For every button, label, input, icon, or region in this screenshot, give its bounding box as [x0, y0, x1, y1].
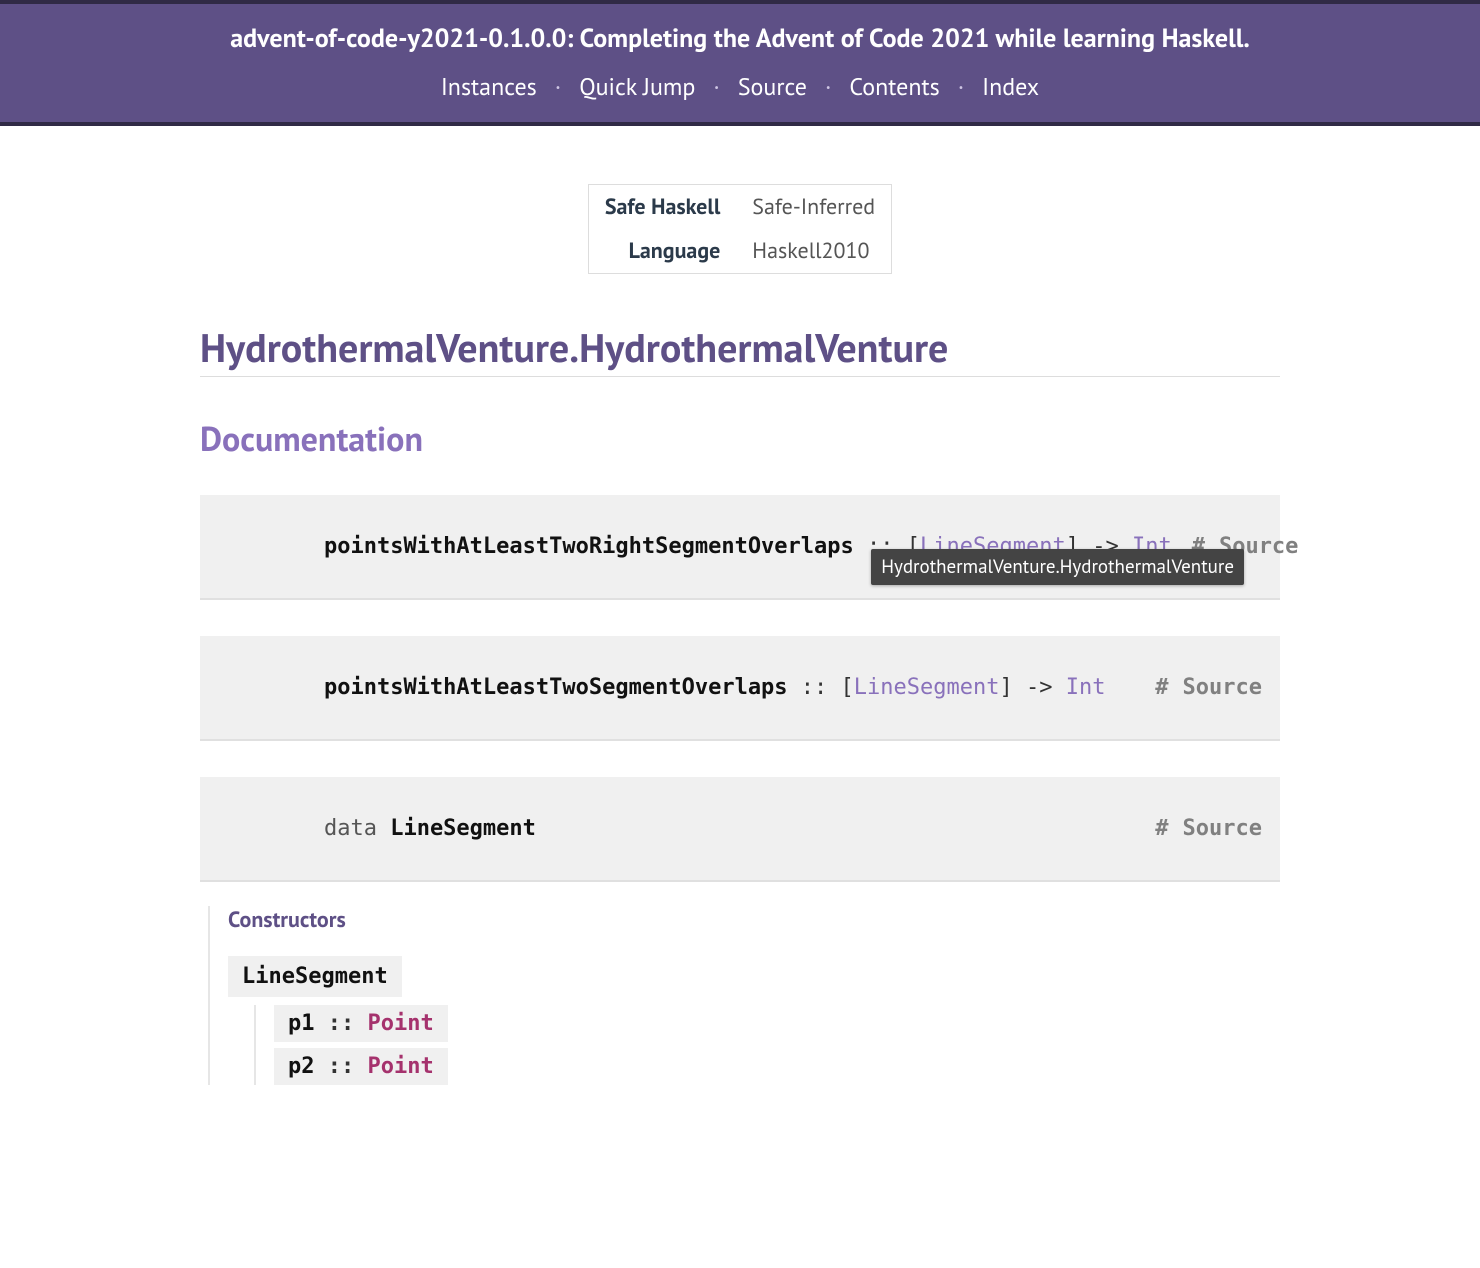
- header-links: Instances Quick Jump Source Contents Ind…: [0, 71, 1480, 102]
- data-decl: data LineSegment # Source: [200, 777, 1280, 882]
- field-type-point-2[interactable]: Point: [367, 1054, 433, 1079]
- section-documentation: Documentation: [200, 417, 1280, 461]
- selflink-hash-2[interactable]: #: [1155, 675, 1168, 700]
- link-quickjump[interactable]: Quick Jump: [579, 71, 695, 102]
- fields-list: p1 :: Point p2 :: Point: [254, 1005, 1280, 1085]
- fn-name-1[interactable]: pointsWithAtLeastTwoRightSegmentOverlaps: [324, 534, 854, 559]
- info-safe-haskell-label: Safe Haskell: [589, 185, 736, 229]
- right-links-3: # Source: [1155, 816, 1262, 841]
- info-table: Safe Haskell Safe-Inferred Language Hask…: [588, 184, 892, 274]
- info-safe-haskell-value: Safe-Inferred: [736, 185, 891, 229]
- sig2-arrow: ] ->: [1000, 675, 1066, 700]
- signature-block-1: pointsWithAtLeastTwoRightSegmentOverlaps…: [200, 495, 1280, 600]
- type-link-linesegment-2[interactable]: LineSegment: [854, 675, 1000, 700]
- right-links-2: # Source: [1155, 675, 1262, 700]
- type-link-int-2[interactable]: Int: [1066, 675, 1106, 700]
- constructors-section: Constructors LineSegment p1 :: Point p2 …: [208, 906, 1280, 1085]
- data-block-linesegment: data LineSegment # Source Constructors L…: [200, 777, 1280, 1085]
- link-source[interactable]: Source: [738, 71, 807, 102]
- signature-block-2: pointsWithAtLeastTwoSegmentOverlaps :: […: [200, 636, 1280, 741]
- link-index[interactable]: Index: [982, 71, 1039, 102]
- constructor-linesegment[interactable]: LineSegment: [228, 956, 402, 997]
- field-p2: p2 :: Point: [274, 1048, 448, 1085]
- link-contents[interactable]: Contents: [849, 71, 939, 102]
- selflink-hash-3[interactable]: #: [1155, 816, 1168, 841]
- tooltip-module: HydrothermalVenture.HydrothermalVenture: [871, 549, 1244, 585]
- data-keyword: data: [324, 816, 390, 841]
- source-link-2[interactable]: Source: [1183, 675, 1262, 700]
- fn-name-2[interactable]: pointsWithAtLeastTwoSegmentOverlaps: [324, 675, 788, 700]
- info-language-value: Haskell2010: [736, 229, 891, 273]
- sig2-open: :: [: [788, 675, 854, 700]
- data-name-linesegment[interactable]: LineSegment: [390, 816, 536, 841]
- field-p1: p1 :: Point: [274, 1005, 448, 1042]
- package-header: advent-of-code-y2021-0.1.0.0: Completing…: [0, 0, 1480, 126]
- field-name-p1[interactable]: p1: [288, 1011, 315, 1036]
- package-caption: advent-of-code-y2021-0.1.0.0: Completing…: [0, 22, 1480, 55]
- info-language-label: Language: [589, 229, 736, 273]
- signature-2: pointsWithAtLeastTwoSegmentOverlaps :: […: [200, 636, 1280, 741]
- source-link-3[interactable]: Source: [1183, 816, 1262, 841]
- field-p1-dcolon: ::: [315, 1011, 368, 1036]
- constructors-caption: Constructors: [228, 906, 1280, 934]
- field-p2-dcolon: ::: [315, 1054, 368, 1079]
- field-type-point-1[interactable]: Point: [367, 1011, 433, 1036]
- field-name-p2[interactable]: p2: [288, 1054, 315, 1079]
- link-instances[interactable]: Instances: [441, 71, 537, 102]
- module-title: HydrothermalVenture.HydrothermalVenture: [200, 322, 1280, 377]
